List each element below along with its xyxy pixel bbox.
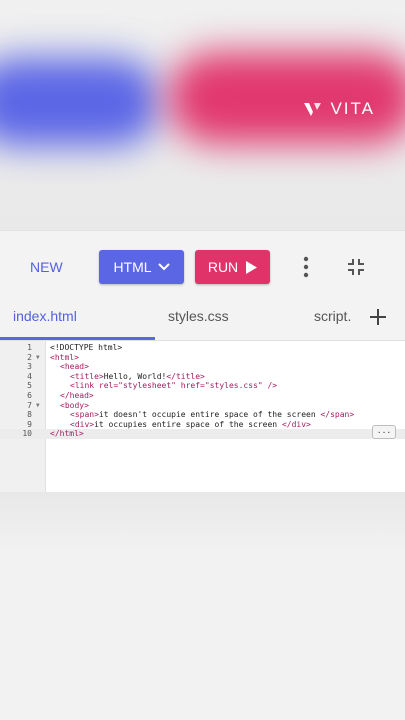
code-text: <span>it doesn't occupie entire space of…	[70, 410, 354, 420]
code-line: 7 ▼ <body>	[0, 401, 405, 411]
code-line: 2 ▼ <html>	[0, 353, 405, 363]
code-token: <div>	[70, 419, 95, 429]
code-token: </html>	[50, 429, 84, 439]
more-vertical-icon[interactable]	[296, 255, 316, 279]
code-text: </html>	[50, 429, 84, 439]
line-number: 1	[27, 343, 32, 352]
line-number: 8	[27, 410, 32, 420]
code-text: <div>it occupies entire space of the scr…	[70, 420, 311, 430]
code-line: 10 </html>	[0, 429, 405, 440]
pink-gradient-blob	[168, 52, 405, 144]
language-label: HTML	[113, 259, 152, 275]
line-number: 2	[27, 352, 32, 362]
code-text: <body>	[60, 401, 89, 411]
code-token: <span>	[70, 410, 99, 420]
code-line: 6 </head>	[0, 391, 405, 401]
code-line: 8 <span>it doesn't occupie entire space o…	[0, 410, 405, 420]
code-token: "stylesheet"	[118, 381, 176, 391]
code-token: href=	[175, 381, 205, 391]
line-number: 4	[27, 371, 32, 381]
tab-script-js[interactable]: script.	[314, 308, 351, 324]
code-line: 1 <!DOCTYPE html>	[0, 343, 405, 353]
code-token: <head>	[60, 362, 89, 372]
code-token: "styles.css"	[204, 381, 263, 391]
vita-logo-icon	[304, 103, 322, 116]
blue-gradient-blob	[0, 58, 160, 146]
code-token: <!DOCTYPE html>	[50, 343, 123, 352]
code-text: <link rel="stylesheet" href="styles.css"…	[70, 381, 277, 391]
code-token: </title>	[166, 371, 205, 381]
code-line: 9 <div>it occupies entire space of the sc…	[0, 420, 405, 430]
code-token: <title>	[70, 371, 104, 381]
code-line: 3 <head>	[0, 362, 405, 372]
code-token: <html>	[50, 352, 79, 362]
line-number: 7	[27, 400, 32, 410]
language-select-button[interactable]: HTML	[99, 250, 184, 284]
line-number: 9	[27, 419, 32, 429]
code-token: it doesn't occupie entire space of the s…	[98, 410, 321, 420]
logo-text: VITA	[330, 99, 375, 118]
code-line: 4 <title>Hello, World!</title>	[0, 372, 405, 382]
code-text: <!DOCTYPE html>	[50, 343, 122, 353]
chevron-down-icon	[157, 263, 170, 271]
code-token: <body>	[60, 400, 89, 410]
code-text: </head>	[60, 391, 94, 401]
fold-toggle-icon[interactable]: ▼	[36, 401, 40, 411]
run-button[interactable]: RUN	[195, 250, 270, 284]
empty-area	[0, 492, 405, 720]
tab-index-html[interactable]: index.html	[13, 308, 77, 324]
code-text: <title>Hello, World!</title>	[70, 372, 205, 382]
collapse-icon[interactable]	[346, 257, 366, 277]
brand-logo: VITA	[303, 99, 375, 119]
run-label: RUN	[207, 259, 239, 275]
tab-styles-css[interactable]: styles.css	[168, 308, 229, 324]
editor-toolbar: NEW HTML RUN	[0, 230, 405, 303]
new-button[interactable]: NEW	[30, 254, 63, 280]
code-token: </div>	[281, 419, 311, 429]
overflow-menu-button[interactable]: ...	[372, 425, 396, 439]
line-number: 10	[22, 429, 32, 439]
code-editor[interactable]: 1 <!DOCTYPE html> 2 ▼ <html> 3 <head> 4 <title>H…	[0, 340, 405, 493]
code-token: <link	[70, 381, 99, 391]
file-tabs: index.html styles.css script.	[0, 302, 405, 340]
plus-icon[interactable]	[369, 308, 387, 326]
code-line: 5 <link rel="stylesheet" href="styles.css…	[0, 381, 405, 391]
line-number: 6	[27, 391, 32, 400]
code-token: />	[262, 381, 278, 391]
code-token: it occupies entire space of the screen	[94, 419, 282, 429]
code-text: <head>	[60, 362, 89, 372]
code-text: <html>	[50, 353, 79, 363]
play-icon	[246, 260, 258, 274]
line-number: 3	[27, 362, 32, 372]
code-token: </head>	[60, 391, 94, 400]
line-number: 5	[27, 381, 32, 391]
header-banner: VITA	[0, 0, 405, 230]
fold-toggle-icon[interactable]: ▼	[36, 353, 40, 363]
code-token: Hello, World!	[103, 371, 167, 381]
code-token: rel=	[98, 381, 119, 391]
code-token: </span>	[320, 410, 355, 420]
